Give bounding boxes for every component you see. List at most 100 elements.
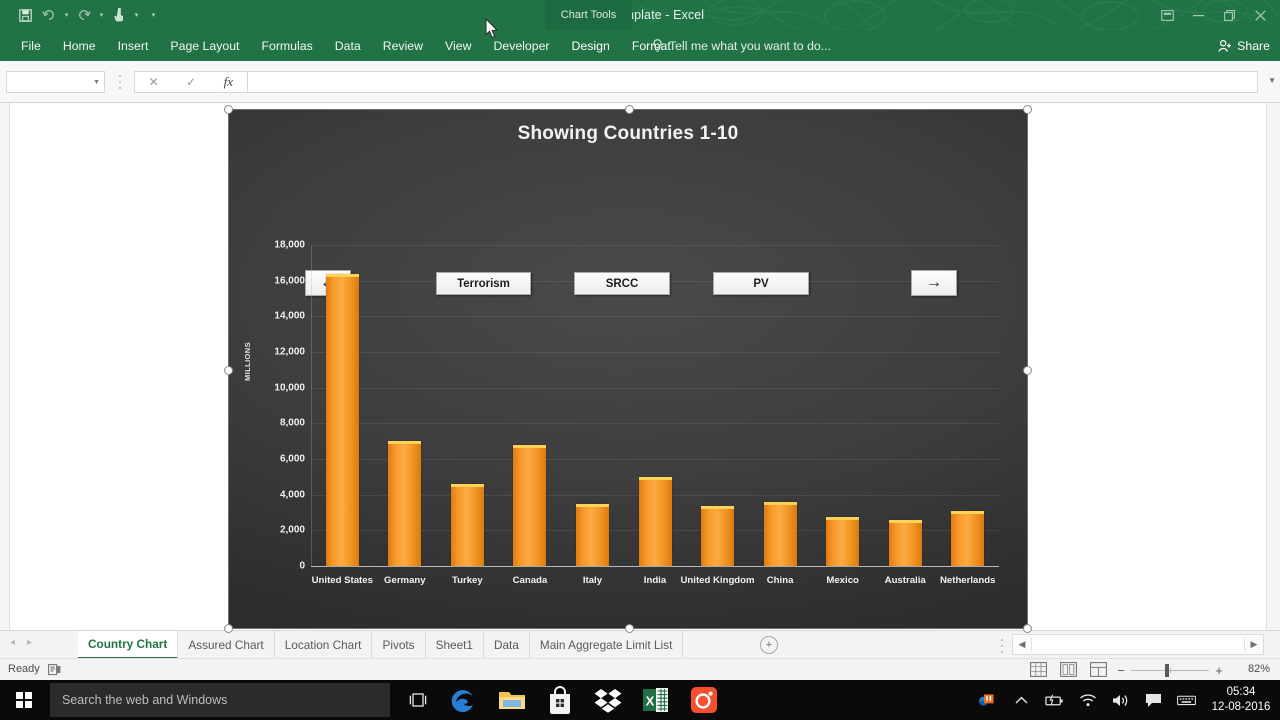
share-button[interactable]: Share (1218, 30, 1270, 61)
save-icon[interactable] (14, 4, 36, 26)
chart-bar[interactable] (325, 273, 359, 566)
add-sheet-button[interactable]: + (760, 636, 778, 654)
resize-handle-bottom-right[interactable] (1023, 624, 1032, 633)
sheet-tab-assured-chart[interactable]: Assured Chart (178, 631, 275, 659)
zoom-thumb[interactable] (1165, 663, 1170, 677)
undo-dropdown-icon[interactable]: ▾ (62, 4, 71, 26)
chart-bar[interactable] (638, 476, 672, 566)
store-icon[interactable] (544, 684, 576, 716)
chart-object[interactable]: Showing Countries 1-10 ← Terrorism SRCC … (224, 105, 1032, 633)
taskbar-clock[interactable]: 05:34 12-08-2016 (1210, 685, 1272, 715)
chart-bar[interactable] (701, 506, 735, 566)
hscroll-left-icon[interactable]: ◀ (1013, 639, 1031, 650)
tab-home[interactable]: Home (52, 30, 107, 61)
chart-bar[interactable] (575, 503, 609, 566)
battery-icon[interactable] (1045, 691, 1064, 710)
wifi-icon[interactable] (1078, 691, 1097, 710)
chart-bar[interactable] (513, 444, 547, 566)
chart-bar[interactable] (763, 501, 797, 566)
excel-icon[interactable]: X (640, 684, 672, 716)
chart-bar[interactable] (888, 519, 922, 566)
edge-icon[interactable] (448, 684, 480, 716)
insert-function-button[interactable]: fx (210, 72, 247, 92)
sheet-tab-data[interactable]: Data (484, 631, 530, 659)
sheet-nav-prev-icon[interactable]: ◂ (10, 637, 15, 648)
undo-icon[interactable] (38, 4, 60, 26)
chart-bar[interactable] (388, 441, 422, 566)
formula-bar-grip[interactable] (117, 75, 123, 89)
tab-scroll-splitter[interactable] (999, 639, 1004, 653)
zoom-track[interactable] (1131, 663, 1209, 677)
hscroll-track[interactable] (1031, 637, 1245, 652)
resize-handle-middle-left[interactable] (224, 366, 233, 375)
worksheet-area[interactable]: Showing Countries 1-10 ← Terrorism SRCC … (0, 103, 1280, 633)
show-hidden-icons-icon[interactable] (1012, 691, 1031, 710)
resize-handle-top-left[interactable] (224, 105, 233, 114)
vertical-scrollbar[interactable] (1266, 103, 1280, 630)
redo-icon[interactable] (73, 4, 95, 26)
ribbon-tab-bar: File Home Insert Page Layout Formulas Da… (0, 30, 1280, 61)
sheet-tab-country-chart[interactable]: Country Chart (78, 631, 179, 659)
tab-insert[interactable]: Insert (107, 30, 160, 61)
normal-view-button[interactable] (1030, 662, 1047, 677)
touch-mode-dropdown-icon[interactable]: ▾ (132, 4, 141, 26)
zoom-slider[interactable]: − + (1114, 662, 1226, 678)
tab-data[interactable]: Data (324, 30, 372, 61)
chart-bar[interactable] (826, 516, 860, 566)
expand-formula-bar-icon[interactable]: ▼ (1268, 76, 1276, 85)
action-center-icon[interactable] (1144, 691, 1163, 710)
redo-dropdown-icon[interactable]: ▾ (97, 4, 106, 26)
cancel-formula-button[interactable]: ✕ (135, 72, 172, 92)
zoom-out-button[interactable]: − (1114, 664, 1128, 677)
restore-icon[interactable] (1214, 3, 1245, 27)
tab-file[interactable]: File (10, 30, 52, 61)
hscroll-right-icon[interactable]: ▶ (1245, 639, 1263, 650)
zoom-in-button[interactable]: + (1212, 664, 1226, 677)
resize-handle-middle-right[interactable] (1023, 366, 1032, 375)
formula-input[interactable] (248, 71, 1258, 93)
resize-handle-top-center[interactable] (625, 105, 634, 114)
touch-mode-icon[interactable] (108, 4, 130, 26)
resize-handle-bottom-left[interactable] (224, 624, 233, 633)
enter-formula-button[interactable]: ✓ (172, 72, 209, 92)
page-layout-view-button[interactable] (1060, 662, 1077, 677)
sheet-tab-main-aggregate-limit-list[interactable]: Main Aggregate Limit List (530, 631, 684, 659)
chart-bar[interactable] (951, 510, 985, 566)
sheet-tab-sheet1[interactable]: Sheet1 (426, 631, 484, 659)
tab-page-layout[interactable]: Page Layout (159, 30, 250, 61)
resize-handle-bottom-center[interactable] (625, 624, 634, 633)
name-box-dropdown-icon[interactable]: ▼ (93, 79, 100, 86)
customize-qat-icon[interactable]: ▾ (149, 4, 158, 26)
volume-icon[interactable] (1111, 691, 1130, 710)
keyboard-icon[interactable] (1177, 691, 1196, 710)
formula-bar: ▼ ✕ ✓ fx ▼ (0, 61, 1280, 103)
gridline (311, 387, 999, 389)
tab-view[interactable]: View (434, 30, 482, 61)
taskbar-search-input[interactable]: Search the web and Windows (50, 683, 390, 717)
sheet-tab-pivots[interactable]: Pivots (372, 631, 426, 659)
document-title: Chart Template - Excel (575, 8, 705, 22)
zoom-level-label[interactable]: 82% (1248, 663, 1270, 675)
tell-me-search[interactable]: Tell me what you want to do... (652, 30, 831, 61)
start-button[interactable] (0, 680, 48, 720)
chart-bar[interactable] (450, 483, 484, 566)
minimize-icon[interactable] (1183, 3, 1214, 27)
y-axis-tick-label: 6,000 (279, 453, 305, 465)
task-view-button[interactable] (400, 680, 436, 720)
chart-plot-area: MILLIONS 0 2,000 4,000 6,000 8,000 10,000 12,0… (229, 110, 1029, 630)
name-box[interactable]: ▼ (6, 71, 105, 93)
sheet-nav-next-icon[interactable]: ▸ (27, 637, 32, 648)
dropbox-icon[interactable] (592, 684, 624, 716)
tab-design[interactable]: Design (561, 30, 621, 61)
page-break-preview-button[interactable] (1090, 662, 1107, 677)
ribbon-display-options-icon[interactable] (1152, 3, 1183, 27)
camera-app-icon[interactable] (688, 684, 720, 716)
file-explorer-icon[interactable] (496, 684, 528, 716)
horizontal-scrollbar[interactable]: ◀ ▶ (1012, 634, 1264, 655)
onedrive-sync-icon[interactable] (979, 691, 998, 710)
tab-formulas[interactable]: Formulas (250, 30, 323, 61)
resize-handle-top-right[interactable] (1023, 105, 1032, 114)
close-icon[interactable] (1245, 3, 1276, 27)
sheet-tab-location-chart[interactable]: Location Chart (275, 631, 373, 659)
tab-review[interactable]: Review (372, 30, 434, 61)
